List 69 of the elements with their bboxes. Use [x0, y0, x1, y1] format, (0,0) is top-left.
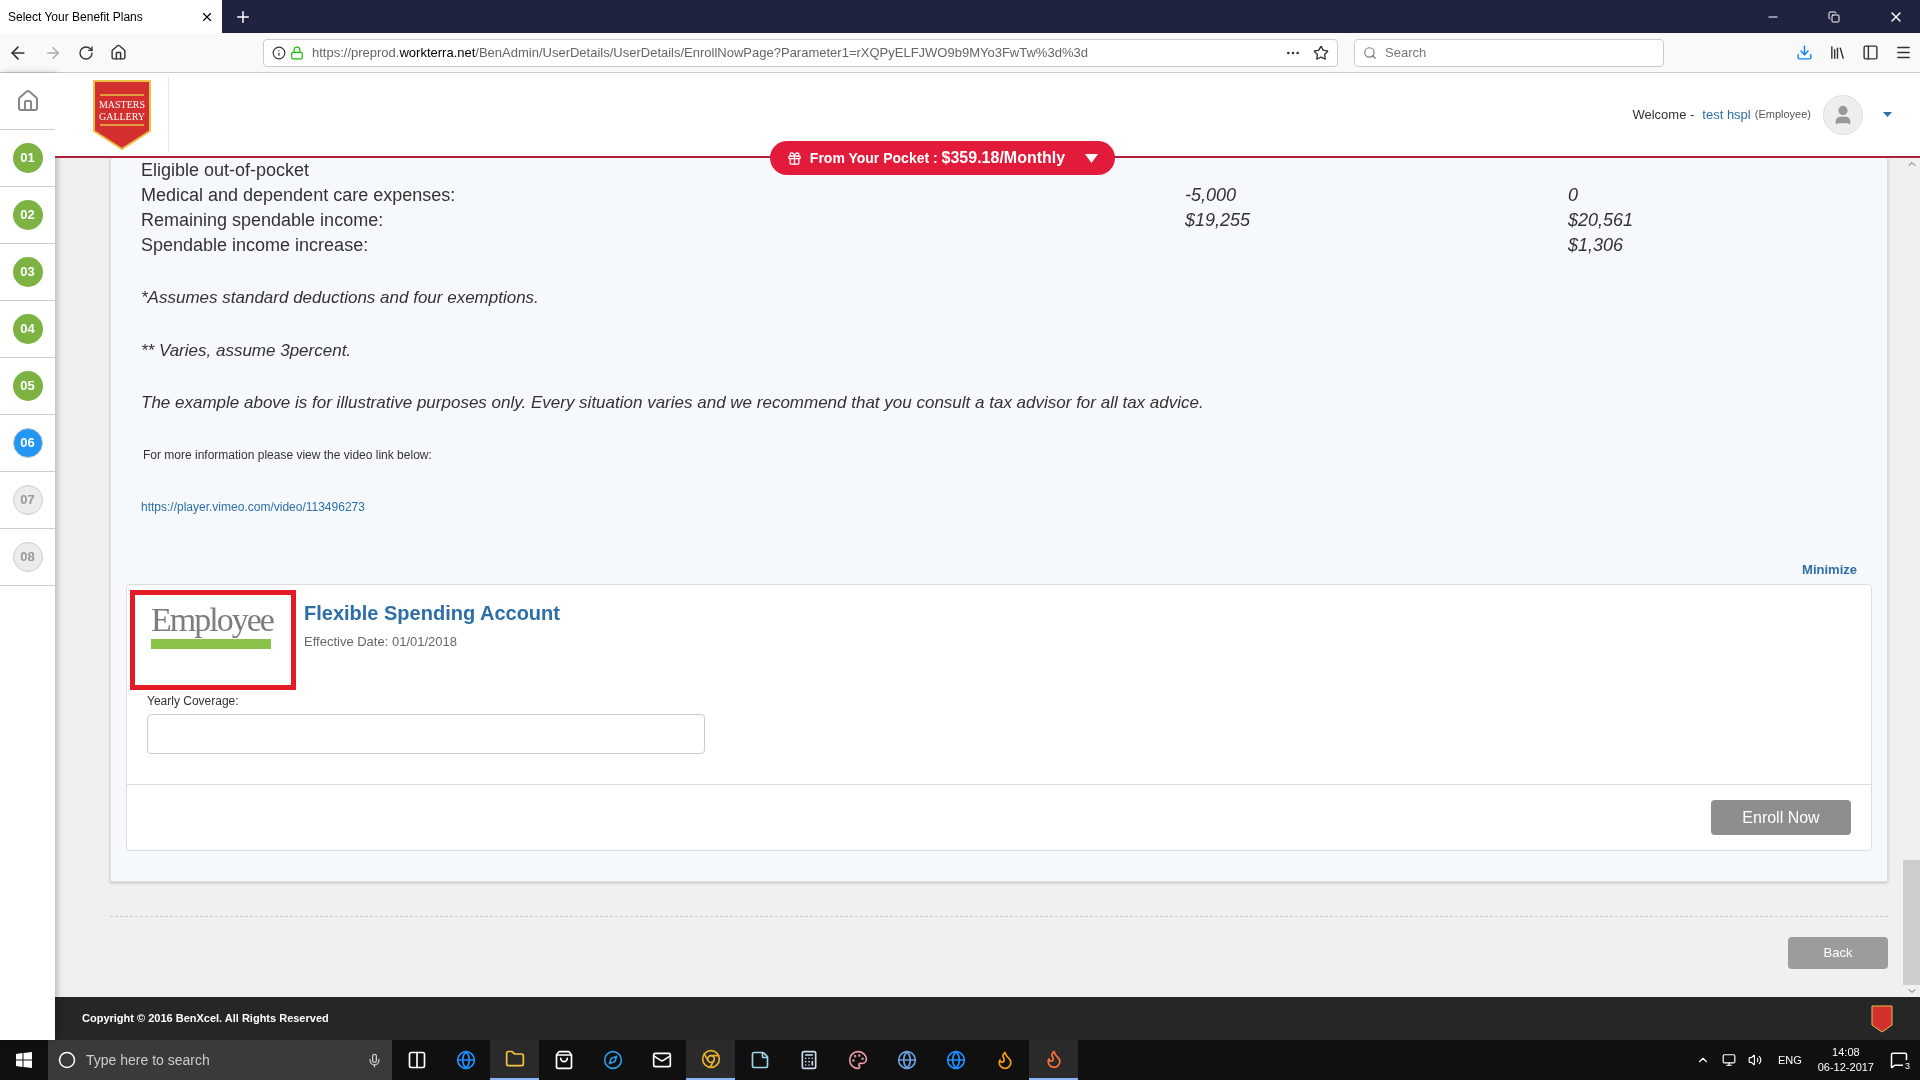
table-cell: -5,000: [1185, 185, 1237, 205]
step-number[interactable]: 04: [12, 314, 43, 344]
row-label: Remaining spendable income:: [141, 210, 384, 230]
taskbar-app-icon[interactable]: [686, 1040, 735, 1080]
info-icon[interactable]: [272, 45, 286, 60]
clock[interactable]: 14:08 06-12-2017: [1817, 1045, 1874, 1075]
video-link[interactable]: https://player.vimeo.com/video/113496273: [141, 497, 1872, 516]
scrollbar-thumb[interactable]: [1903, 860, 1920, 985]
row-label: Spendable income increase:: [141, 235, 369, 255]
library-icon[interactable]: [1829, 44, 1846, 61]
pocket-amount: From Your Pocket : $359.18/Monthly: [809, 148, 1066, 168]
microphone-icon[interactable]: [367, 1052, 382, 1068]
language-indicator[interactable]: ENG: [1777, 1051, 1802, 1069]
bookmark-star-icon[interactable]: [1313, 44, 1329, 61]
row-label: Medical and dependent care expenses:: [141, 185, 456, 205]
step-number[interactable]: 06: [12, 428, 43, 458]
gift-icon: [786, 150, 802, 166]
enroll-now-button[interactable]: Enroll Now: [1711, 800, 1851, 835]
restore-icon[interactable]: [1828, 10, 1840, 23]
sidebar-icon[interactable]: [1862, 44, 1879, 61]
note-text: *Assumes standard deductions and four exemptions.: [141, 287, 540, 309]
windows-start-icon[interactable]: [16, 1052, 32, 1068]
welcome-text: Welcome -: [1632, 105, 1695, 124]
address-bar[interactable]: https://preprod.workterra.net/BenAdmin/UserDetails/UserDetails/EnrollNowPage?Parameter1=rXQPyELFJWO9b9MYo3FwTw%3d%3d: [263, 38, 1338, 67]
network-icon[interactable]: [1721, 1053, 1736, 1067]
step-number[interactable]: 03: [12, 257, 43, 287]
dropdown-caret-icon[interactable]: [1883, 112, 1892, 117]
field-label: Yearly Coverage:: [147, 693, 240, 710]
caret-icon: [1085, 153, 1099, 163]
coverage-input[interactable]: [147, 714, 705, 754]
download-icon[interactable]: [1796, 44, 1813, 61]
home-icon[interactable]: [110, 44, 127, 61]
taskbar-app-icon[interactable]: [1029, 1040, 1078, 1080]
step-number[interactable]: 05: [12, 371, 43, 401]
table-cell: $19,255: [1185, 210, 1251, 230]
menu-icon[interactable]: [1895, 44, 1912, 61]
role-text: (Employee): [1754, 107, 1811, 123]
effective-date: Effective Date: 01/01/2018: [304, 633, 458, 651]
taskbar-search-field[interactable]: Type here to search: [48, 1040, 392, 1080]
note-text: The example above is for illustrative purposes only. Every situation varies and we recommend that you consult a tax advisor for all tax advice.: [141, 392, 1205, 414]
step-number[interactable]: 07: [12, 485, 43, 515]
back-button[interactable]: Back: [1788, 937, 1888, 969]
plan-title: Flexible Spending Account: [304, 601, 560, 626]
note-text: ** Varies, assume 3percent.: [141, 339, 353, 362]
shield-logo: MASTERS GALLERY: [92, 78, 152, 151]
speaker-icon[interactable]: [1747, 1053, 1762, 1067]
avatar[interactable]: [1823, 94, 1863, 135]
search-field[interactable]: Search: [1354, 38, 1664, 67]
reload-icon[interactable]: [78, 44, 94, 61]
search-icon: [1363, 45, 1377, 60]
copyright-text: Copyright © 2016 BenXcel. All Rights Reserved: [82, 1011, 329, 1027]
step-number[interactable]: 02: [12, 200, 43, 230]
shield-logo: [1871, 1004, 1893, 1033]
minimize-link[interactable]: Minimize: [1802, 559, 1857, 579]
taskbar-app-icon[interactable]: [490, 1040, 539, 1080]
browser-tab[interactable]: Select Your Benefit Plans: [0, 0, 222, 33]
table-cell-text: $1,306: [1568, 234, 1624, 257]
step-number[interactable]: 08: [12, 542, 43, 572]
lock-icon: [290, 45, 304, 60]
cortana-icon: [58, 1051, 76, 1069]
table-cell-text: 0: [1568, 184, 1578, 207]
user-link[interactable]: test hspl: [1702, 104, 1751, 125]
pocket-banner[interactable]: From Your Pocket : $359.18/Monthly: [770, 141, 1115, 175]
table-cell-text: $20,561: [1568, 209, 1634, 232]
plan-logo: Employee: [130, 590, 296, 690]
row-label: Eligible out-of-pocket: [141, 160, 310, 180]
step-number[interactable]: 01: [12, 143, 43, 173]
info-text: For more information please view the video link below:: [143, 446, 433, 464]
url-text: https://preprod.workterra.net/BenAdmin/UserDetails/UserDetails/EnrollNowPage?Parameter1=rXQPyELFJWO9b9MYo3FwTw%3d%3d: [312, 43, 1088, 62]
